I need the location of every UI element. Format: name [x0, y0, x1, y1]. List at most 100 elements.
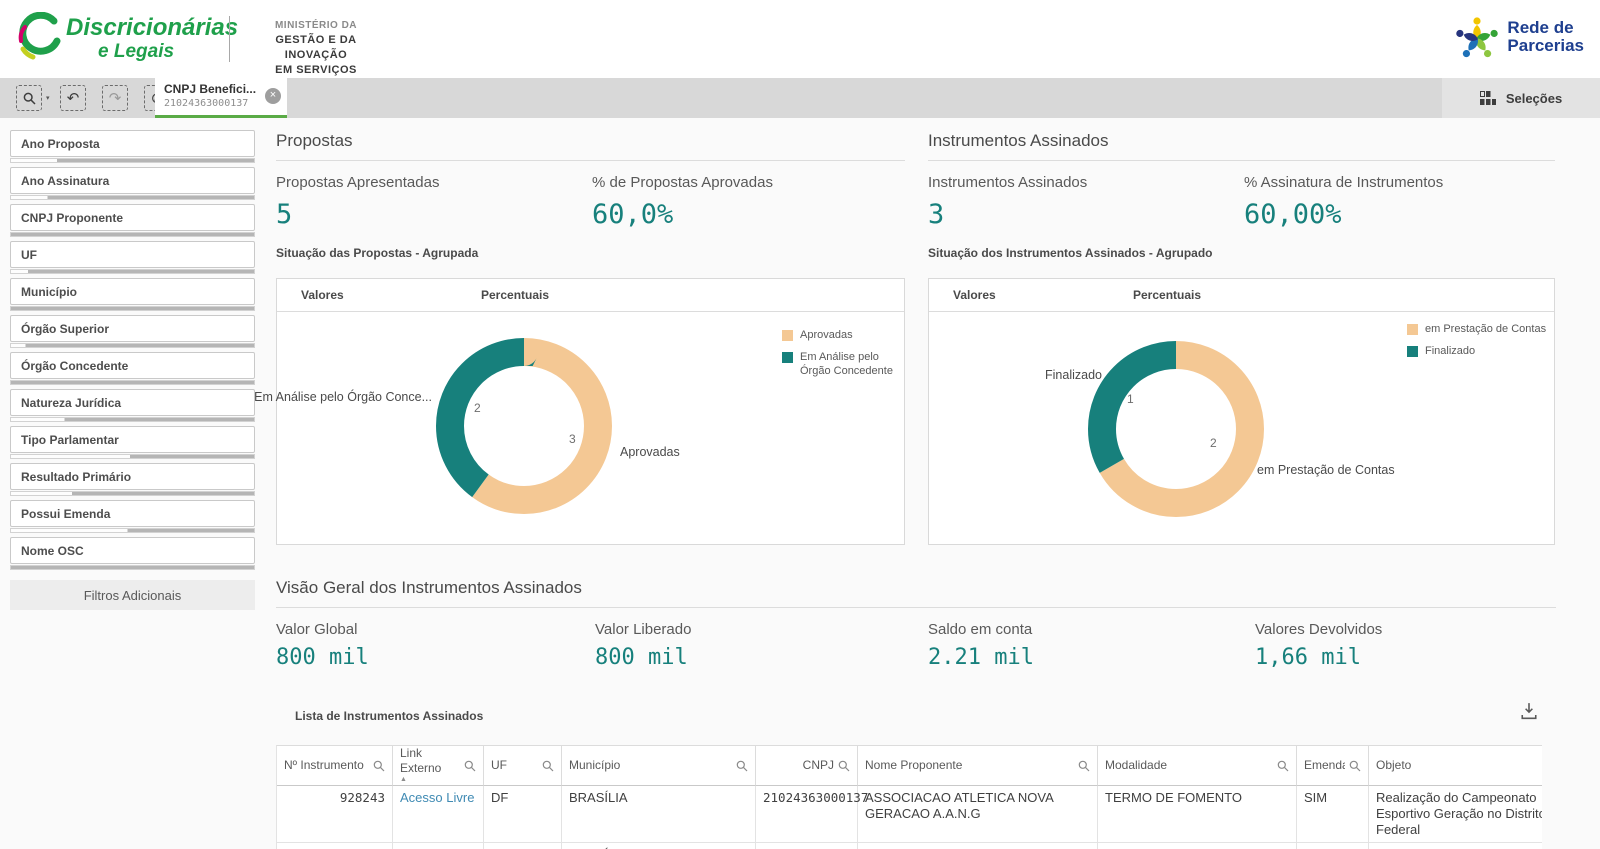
kpi-saldo-em-conta: Saldo em conta 2.21 mil: [928, 621, 1255, 670]
table-row: 936678Acesso LivreDFBRASÍLIA210243630001…: [277, 843, 1542, 849]
chart-tab-valores[interactable]: Valores: [953, 288, 1133, 302]
search-icon[interactable]: [736, 760, 748, 772]
search-icon[interactable]: [373, 760, 385, 772]
column-header-link-externo[interactable]: Link Externo▲: [393, 746, 484, 786]
filter-label: CNPJ Proponente: [21, 211, 123, 225]
filter-ano-proposta[interactable]: Ano Proposta: [10, 130, 255, 163]
search-icon[interactable]: [1277, 760, 1289, 772]
slice-value-aprovadas: 3: [569, 432, 576, 446]
smart-search-button[interactable]: [16, 85, 42, 111]
filter-rg-o-concedente[interactable]: Órgão Concedente: [10, 352, 255, 385]
sort-ascending-icon: ▲: [400, 776, 460, 784]
search-icon[interactable]: [542, 760, 554, 772]
additional-filters-button[interactable]: Filtros Adicionais: [10, 580, 255, 610]
column-header-objeto[interactable]: Objeto: [1369, 746, 1542, 786]
kpi-label: % de Propostas Aprovadas: [592, 174, 773, 191]
selection-tab-cnpj-beneficiario[interactable]: CNPJ Benefici... 21024363000137 ×: [155, 78, 287, 118]
column-header-n-instrumento[interactable]: Nº Instrumento: [277, 746, 393, 786]
column-label: CNPJ: [803, 758, 834, 772]
header-divider: [229, 16, 230, 62]
undo-icon: ↶: [67, 91, 80, 106]
filter-sidebar: Ano Proposta Ano Assinatura CNPJ Proponent…: [10, 130, 255, 610]
table-cell-n-instrumento: 928243: [277, 786, 393, 843]
column-header-cnpj[interactable]: CNPJ: [756, 746, 858, 786]
selections-toolbar: ▾ ↶ ↷ ⊘ CNPJ Benefici... 21024363000137 …: [0, 78, 1600, 118]
filter-state-bar: [10, 528, 255, 533]
column-label: Nome Proponente: [865, 758, 962, 772]
kpi-label: Valores Devolvidos: [1255, 621, 1382, 638]
download-button[interactable]: [1520, 702, 1540, 722]
chart-legend: Aprovadas Em Análise pelo Órgão Conceden…: [782, 329, 902, 386]
selections-tool-icon: [1480, 91, 1496, 105]
star-people-icon: [1453, 13, 1501, 61]
filter-label: Ano Proposta: [21, 137, 100, 151]
selections-button[interactable]: Seleções: [1442, 78, 1600, 118]
chart-tab-valores[interactable]: Valores: [301, 288, 481, 302]
legend-entry: Finalizado: [1407, 345, 1557, 359]
filter-possui-emenda[interactable]: Possui Emenda: [10, 500, 255, 533]
selection-field-value: 21024363000137: [164, 98, 263, 109]
kpi-instrumentos-assinados: Instrumentos Assinados 3: [928, 174, 1244, 230]
search-icon[interactable]: [838, 760, 850, 772]
column-label: UF: [491, 758, 507, 772]
chart-tab-percentuais[interactable]: Percentuais: [1133, 288, 1201, 302]
filter-natureza-jur-dica[interactable]: Natureza Jurídica: [10, 389, 255, 422]
filter-uf[interactable]: UF: [10, 241, 255, 274]
filter-label: Órgão Superior: [21, 322, 109, 336]
section-visao-geral: Visão Geral dos Instrumentos Assinados V…: [276, 578, 1556, 670]
filter-label: Natureza Jurídica: [21, 396, 121, 410]
kpi-propostas-apresentadas: Propostas Apresentadas 5: [276, 174, 592, 230]
search-icon[interactable]: [464, 760, 476, 772]
table-cell-emenda: SIM: [1297, 786, 1369, 843]
chart-title-situacao-instrumentos: Situação dos Instrumentos Assinados - Ag…: [928, 246, 1212, 260]
partner-line2: Parcerias: [1507, 37, 1584, 55]
chart-situacao-propostas: Valores Percentuais Em Análise pelo Órgã…: [276, 278, 905, 545]
column-label: Emenda: [1304, 758, 1345, 772]
step-back-button[interactable]: ↶: [60, 85, 86, 111]
filter-resultado-prim-rio[interactable]: Resultado Primário: [10, 463, 255, 496]
section-title: Visão Geral dos Instrumentos Assinados: [276, 578, 1556, 608]
close-icon[interactable]: ×: [265, 88, 281, 104]
column-header-nome-proponente[interactable]: Nome Proponente: [858, 746, 1098, 786]
ministry-line2: GESTÃO E DA INOVAÇÃO: [250, 33, 382, 63]
filter-cnpj-proponente[interactable]: CNPJ Proponente: [10, 204, 255, 237]
step-forward-button[interactable]: ↷: [102, 85, 128, 111]
legend-label: Finalizado: [1425, 345, 1475, 359]
kpi-value: 60,0%: [592, 199, 773, 230]
column-header-munic-pio[interactable]: Município: [562, 746, 756, 786]
table-cell-objeto: Realização do Campeonato Futsal Nov no D…: [1369, 843, 1542, 849]
external-link[interactable]: Acesso Livre: [393, 843, 484, 849]
column-header-emenda[interactable]: Emenda: [1297, 746, 1369, 786]
filter-state-bar: [10, 158, 255, 163]
filter-munic-pio[interactable]: Município: [10, 278, 255, 311]
filter-state-bar: [10, 195, 255, 200]
kpi-label: Valor Liberado: [595, 621, 928, 638]
filter-state-bar: [10, 306, 255, 311]
instruments-table: Nº InstrumentoLink Externo▲ UF Município CN…: [276, 745, 1542, 849]
kpi-value: 60,00%: [1244, 199, 1443, 230]
table-title: Lista de Instrumentos Assinados: [295, 709, 483, 723]
search-dropdown-caret[interactable]: ▾: [46, 94, 50, 102]
kpi-value: 3: [928, 199, 1244, 230]
external-link[interactable]: Acesso Livre: [393, 786, 484, 843]
column-header-uf[interactable]: UF: [484, 746, 562, 786]
legend-entry: Aprovadas: [782, 329, 902, 343]
filter-rg-o-superior[interactable]: Órgão Superior: [10, 315, 255, 348]
search-icon[interactable]: [1078, 760, 1090, 772]
filter-tipo-parlamentar[interactable]: Tipo Parlamentar: [10, 426, 255, 459]
chart-tab-percentuais[interactable]: Percentuais: [481, 288, 549, 302]
slice-value-prestacao-contas: 2: [1210, 436, 1217, 450]
partner-line1: Rede de: [1507, 19, 1584, 37]
filter-label: Resultado Primário: [21, 470, 131, 484]
search-icon[interactable]: [1349, 760, 1361, 772]
kpi-valores-devolvidos: Valores Devolvidos 1,66 mil: [1255, 621, 1382, 670]
filter-nome-osc[interactable]: Nome OSC: [10, 537, 255, 570]
column-header-modalidade[interactable]: Modalidade: [1098, 746, 1297, 786]
column-label: Modalidade: [1105, 758, 1167, 772]
filter-state-bar: [10, 491, 255, 496]
kpi-label: Instrumentos Assinados: [928, 174, 1244, 191]
filter-ano-assinatura[interactable]: Ano Assinatura: [10, 167, 255, 200]
slice-value-finalizado: 1: [1127, 392, 1134, 406]
column-label: Município: [569, 758, 620, 772]
filter-state-bar: [10, 565, 255, 570]
